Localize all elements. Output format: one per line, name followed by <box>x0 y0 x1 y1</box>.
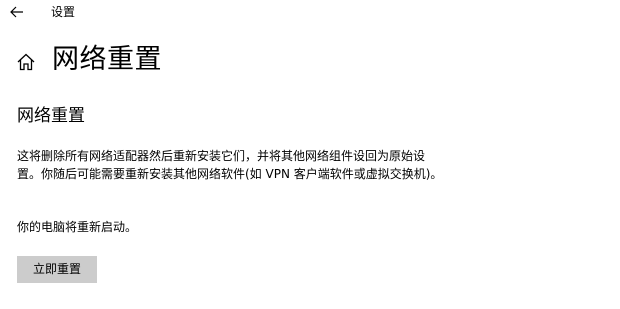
back-button[interactable] <box>6 1 28 23</box>
reset-now-button[interactable]: 立即重置 <box>17 256 97 283</box>
page-title: 网络重置 <box>52 44 162 75</box>
back-arrow-icon <box>10 6 23 18</box>
restart-note: 你的电脑将重新启动。 <box>17 220 138 234</box>
home-icon[interactable] <box>16 52 36 72</box>
settings-window: 设置 网络重置 网络重置 这将删除所有网络适配器然后重新安装它们，并将其他网络组… <box>0 0 620 309</box>
page-header: 网络重置 <box>0 42 620 82</box>
section-title: 网络重置 <box>17 106 85 126</box>
reset-description: 这将删除所有网络适配器然后重新安装它们，并将其他网络组件设回为原始设置。你随后可… <box>17 149 443 181</box>
title-bar: 设置 <box>0 0 620 26</box>
app-title: 设置 <box>51 5 76 19</box>
